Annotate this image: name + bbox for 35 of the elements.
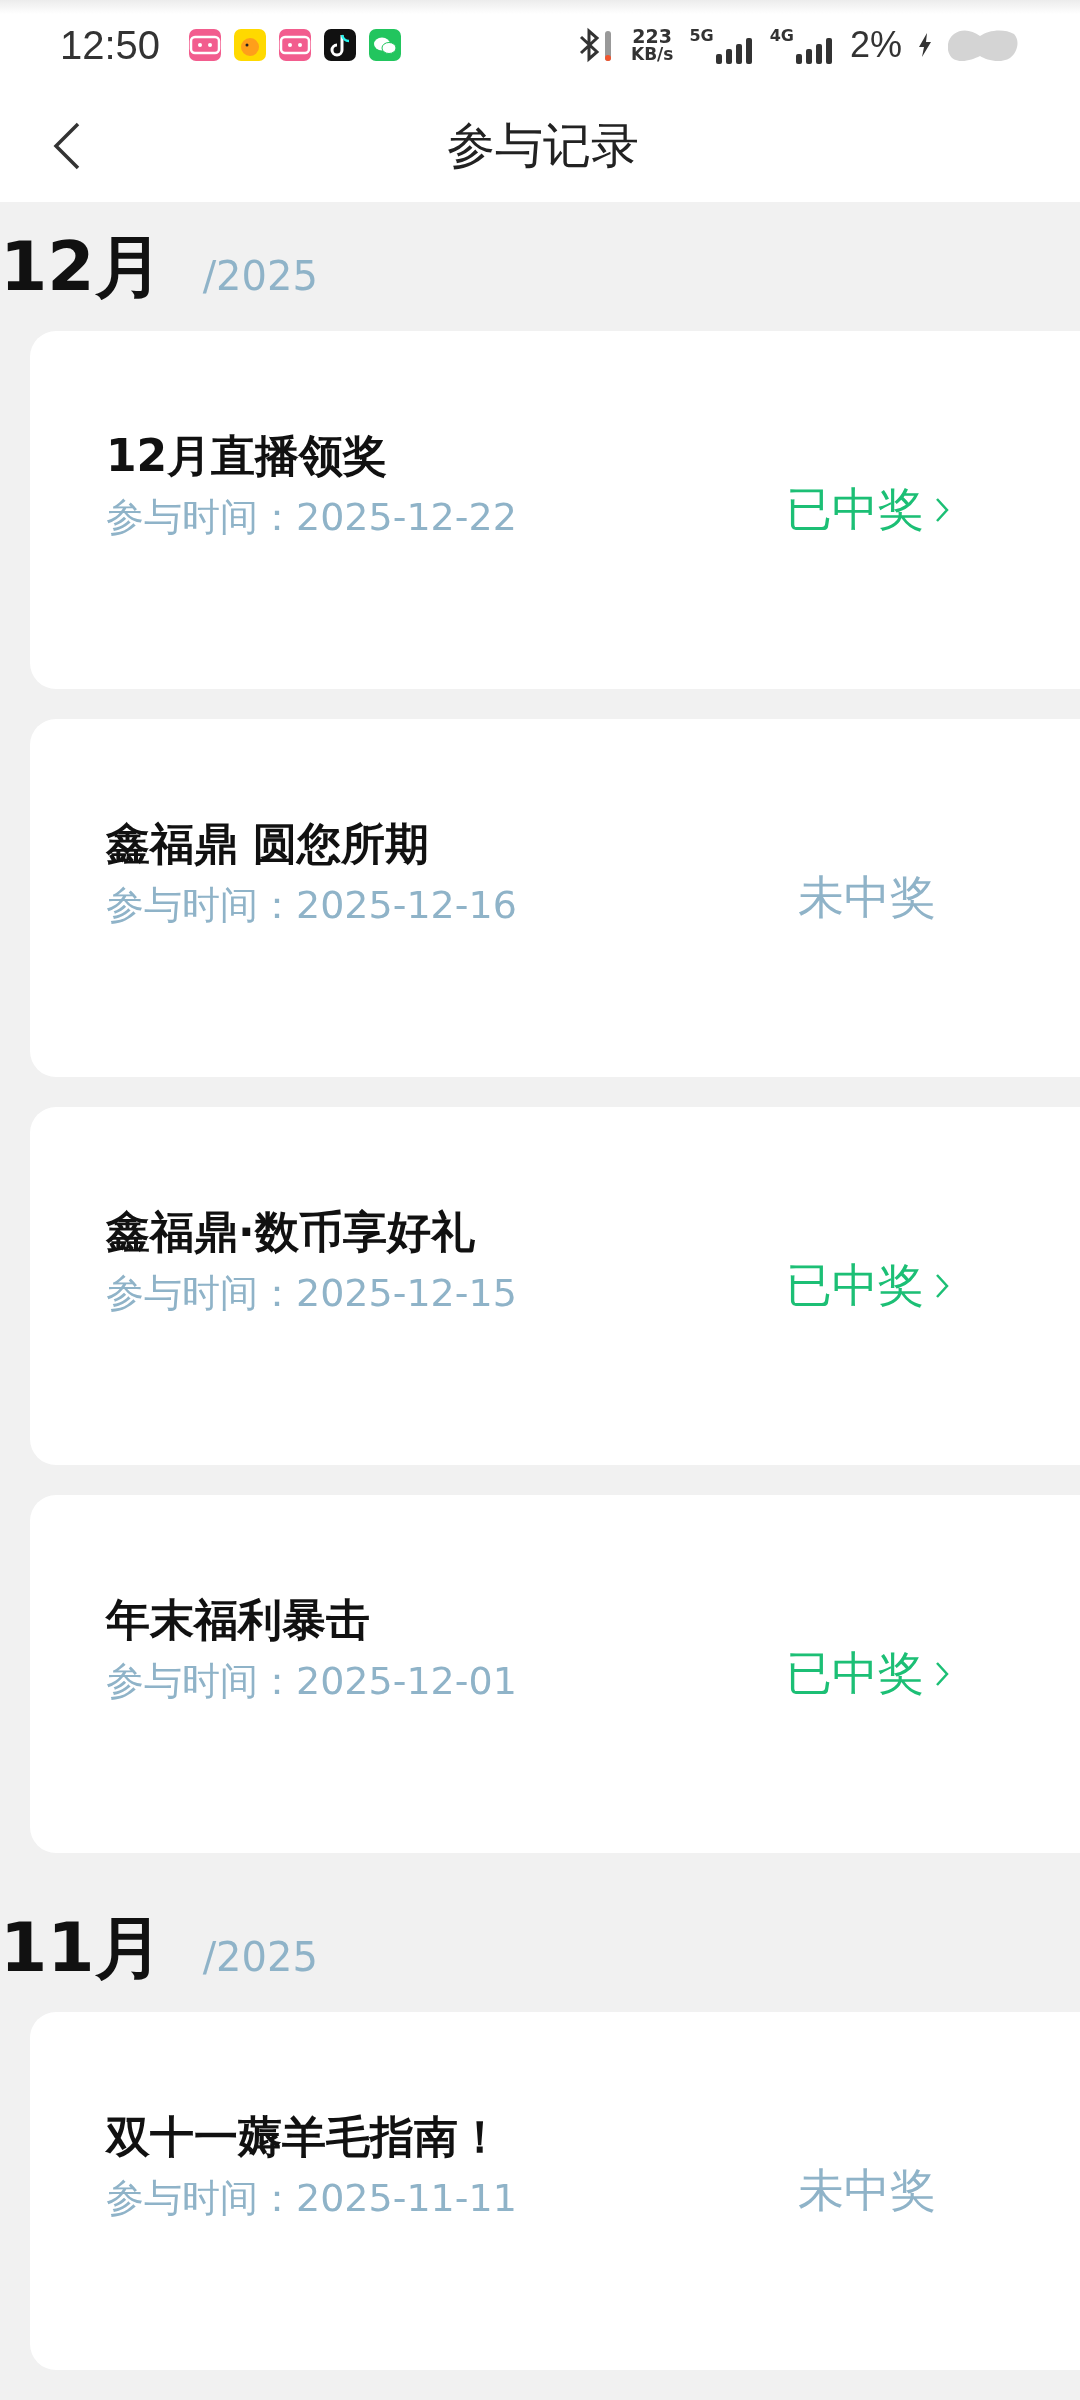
chevron-right-icon — [934, 496, 950, 524]
record-card[interactable]: 鑫福鼎 圆您所期 参与时间：2025-12-16 未中奖 — [30, 719, 1080, 1077]
participation-date: 参与时间：2025-12-22 — [106, 494, 518, 541]
participation-date: 参与时间：2025-11-11 — [106, 2175, 518, 2222]
record-card[interactable]: 年末福利暴击 参与时间：2025-12-01 已中奖 — [30, 1495, 1080, 1853]
participation-date: 参与时间：2025-12-16 — [106, 882, 518, 929]
prize-status: 未中奖 — [798, 869, 936, 926]
network-type: 5G — [689, 26, 714, 46]
speed-unit: KB/s — [630, 46, 674, 64]
record-card[interactable]: 双十一薅羊毛指南！ 参与时间：2025-11-11 未中奖 — [30, 2012, 1080, 2370]
record-title: 12月直播领奖 — [106, 429, 389, 483]
prize-status: 未中奖 — [798, 2162, 936, 2219]
signal-icon — [795, 38, 834, 65]
record-card[interactable]: 鑫福鼎·数币享好礼 参与时间：2025-12-15 已中奖 — [30, 1107, 1080, 1465]
year-label: /2025 — [202, 1934, 318, 1980]
signal-icon — [715, 38, 754, 65]
month-heading: 12月 — [0, 226, 163, 308]
participation-date: 参与时间：2025-12-15 — [106, 1270, 518, 1317]
back-icon — [52, 122, 82, 171]
chevron-right-icon — [934, 1660, 950, 1688]
record-card[interactable]: 12月直播领奖 参与时间：2025-12-22 已中奖 — [30, 331, 1080, 689]
record-title: 年末福利暴击 — [106, 1593, 371, 1647]
record-title: 双十一薅羊毛指南！ — [106, 2110, 503, 2164]
charging-icon — [918, 33, 932, 58]
month-heading: 11月 — [0, 1907, 163, 1989]
clock-time: 12:50 — [60, 22, 161, 68]
page-title: 参与记录 — [447, 116, 639, 176]
network-speed: 223 — [632, 27, 673, 47]
chevron-right-icon — [934, 1272, 950, 1300]
participation-date: 参与时间：2025-12-01 — [106, 1658, 518, 1705]
network-type: 4G — [769, 26, 794, 46]
record-title: 鑫福鼎·数币享好礼 — [106, 1205, 476, 1259]
year-label: /2025 — [202, 253, 318, 299]
battery-level: 2% — [849, 24, 902, 67]
record-title: 鑫福鼎 圆您所期 — [106, 817, 431, 871]
